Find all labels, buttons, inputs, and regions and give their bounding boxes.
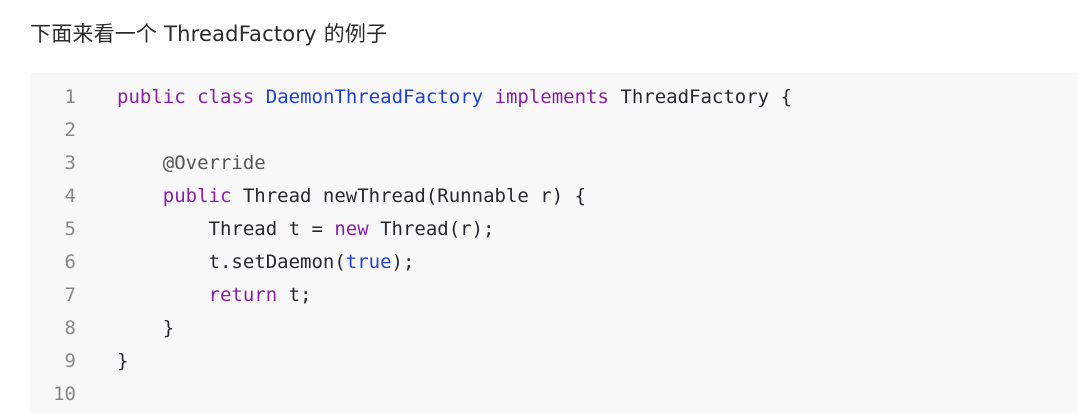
code-token: DaemonThreadFactory bbox=[265, 86, 484, 108]
section-heading: 下面来看一个 ThreadFactory 的例子 bbox=[30, 22, 388, 46]
code-line: 9} bbox=[30, 345, 1078, 378]
code-line: 6 t.setDaemon(true); bbox=[30, 246, 1078, 279]
code-token: public bbox=[117, 86, 186, 108]
code-line: 10 bbox=[30, 378, 1078, 411]
code-token: public bbox=[162, 185, 232, 207]
code-token: Thread t = bbox=[117, 218, 335, 240]
line-number: 2 bbox=[64, 119, 76, 141]
line-number: 8 bbox=[64, 317, 76, 339]
code-line: 7 return t; bbox=[30, 279, 1078, 312]
code-text: } bbox=[117, 345, 128, 378]
code-token: ThreadFactory { bbox=[608, 86, 792, 108]
line-number: 7 bbox=[64, 284, 76, 306]
code-line: 8 } bbox=[30, 312, 1078, 345]
line-number: 5 bbox=[64, 218, 76, 240]
code-token: Thread newThread(Runnable r) { bbox=[231, 185, 587, 207]
code-token: Thread(r); bbox=[368, 218, 495, 240]
line-number: 3 bbox=[64, 152, 76, 174]
code-text: t.setDaemon(true); bbox=[117, 246, 415, 279]
code-token: } bbox=[117, 350, 129, 372]
code-line: 5 Thread t = new Thread(r); bbox=[30, 213, 1078, 246]
line-number: 1 bbox=[64, 86, 76, 108]
line-number: 10 bbox=[53, 383, 76, 405]
code-text: } bbox=[117, 312, 174, 345]
code-block: 1 public class DaemonThreadFactory implem… bbox=[30, 73, 1078, 413]
code-text: public Thread newThread(Runnable r) { bbox=[117, 180, 586, 213]
line-number: 9 bbox=[64, 350, 76, 372]
code-token: implements bbox=[494, 86, 609, 108]
code-token: @Override bbox=[162, 152, 266, 174]
code-line: 2 bbox=[30, 114, 1078, 147]
code-token: new bbox=[334, 218, 369, 240]
code-token: } bbox=[117, 317, 175, 339]
code-token: t; bbox=[277, 284, 312, 306]
line-number: 4 bbox=[64, 185, 76, 207]
code-token: true bbox=[345, 251, 392, 273]
code-text: Thread t = new Thread(r); bbox=[117, 213, 495, 246]
code-line: 3 @Override bbox=[30, 147, 1078, 180]
code-text: return t; bbox=[117, 279, 312, 312]
code-token: t.setDaemon( bbox=[117, 251, 346, 273]
code-token: class bbox=[197, 86, 255, 108]
code-token: return bbox=[208, 284, 278, 306]
code-text: public class DaemonThreadFactory impleme… bbox=[117, 81, 792, 114]
code-token: ); bbox=[391, 251, 415, 273]
line-number: 6 bbox=[64, 251, 76, 273]
code-line: 1 public class DaemonThreadFactory implem… bbox=[30, 81, 1078, 114]
code-text: @Override bbox=[117, 147, 266, 180]
code-line: 4 public Thread newThread(Runnable r) { bbox=[30, 180, 1078, 213]
